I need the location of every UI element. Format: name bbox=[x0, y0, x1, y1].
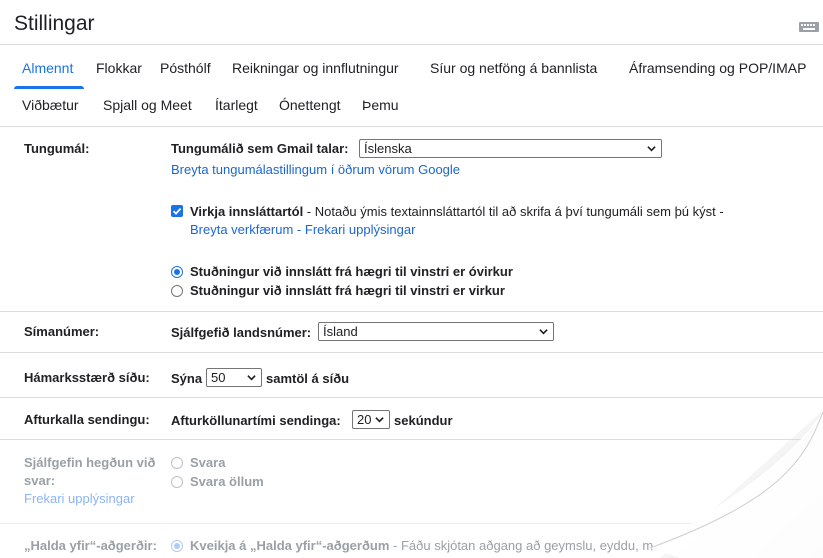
chevron-down-icon bbox=[539, 329, 548, 335]
gmail-language-value: Íslenska bbox=[364, 141, 412, 156]
page-size-value: 50 bbox=[211, 370, 226, 385]
active-tab-indicator bbox=[14, 86, 84, 89]
hover-actions-desc: - Fáðu skjótan aðgang að geymslu, eyddu,… bbox=[389, 538, 654, 553]
tab-almennt[interactable]: Almennt bbox=[22, 60, 73, 76]
tab-reikningar[interactable]: Reikningar og innflutningur bbox=[232, 60, 399, 76]
link-separator: - bbox=[293, 222, 305, 237]
page-size-show-label: Sýna bbox=[171, 371, 203, 386]
title-bar: Stillingar bbox=[0, 0, 823, 44]
title-divider bbox=[0, 44, 823, 45]
tab-itarlegt[interactable]: Ítarlegt bbox=[215, 97, 258, 113]
chevron-down-icon bbox=[647, 146, 656, 152]
input-tools-links: Breyta verkfærum - Frekari upplýsingar bbox=[190, 222, 415, 237]
gmail-language-label: Tungumálið sem Gmail talar: bbox=[171, 141, 349, 156]
keyboard-icon[interactable] bbox=[799, 22, 819, 32]
gmail-language-select[interactable]: Íslenska bbox=[359, 139, 662, 158]
default-country-value: Ísland bbox=[323, 324, 358, 339]
chevron-down-icon bbox=[375, 417, 384, 423]
rtl-off-label: Stuðningur við innslátt frá hægri til vi… bbox=[190, 264, 513, 279]
undo-send-value: 20 bbox=[357, 412, 372, 427]
page-size-divider bbox=[0, 397, 823, 398]
page-title: Stillingar bbox=[14, 12, 95, 35]
input-tools-label: Virkja innsláttartól bbox=[190, 204, 304, 219]
check-icon bbox=[172, 207, 182, 215]
input-tools-description: - Notaðu ýmis textainnsláttartól til að … bbox=[303, 204, 724, 219]
reply-behavior-more-info-link[interactable]: Frekari upplýsingar bbox=[24, 491, 135, 506]
undo-send-period-label: Afturköllunartími sendinga: bbox=[171, 413, 341, 428]
rtl-off-radio[interactable] bbox=[171, 266, 183, 278]
hover-actions-label: „Halda yfir“-aðgerðir: bbox=[24, 538, 157, 553]
default-country-label: Sjálfgefið landsnúmer: bbox=[171, 325, 312, 340]
settings-tabs-row-2: Viðbætur Spjall og Meet Ítarlegt Ónetten… bbox=[0, 93, 823, 123]
tab-themu[interactable]: Þemu bbox=[362, 97, 399, 113]
tab-spjall[interactable]: Spjall og Meet bbox=[103, 97, 192, 113]
reply-behavior-label-1: Sjálfgefin hegðun við bbox=[24, 455, 156, 470]
hover-actions-line: Kveikja á „Halda yfir“-aðgerðum - Fáðu s… bbox=[190, 538, 653, 553]
hover-actions-radio[interactable] bbox=[171, 540, 183, 552]
undo-send-suffix: sekúndur bbox=[394, 413, 453, 428]
settings-tabs-row-1: Almennt Flokkar Pósthólf Reikningar og i… bbox=[0, 56, 823, 89]
phone-section-label: Símanúmer: bbox=[24, 324, 100, 339]
tabs-divider bbox=[0, 126, 823, 127]
default-country-select[interactable]: Ísland bbox=[318, 322, 554, 341]
language-section-label: Tungumál: bbox=[24, 141, 90, 156]
language-divider bbox=[0, 311, 823, 312]
input-tools-line: Virkja innsláttartól - Notaðu ýmis texta… bbox=[190, 204, 724, 219]
tab-onettengt[interactable]: Ónettengt bbox=[279, 97, 341, 113]
reply-divider bbox=[0, 523, 823, 524]
tab-aframsending[interactable]: Áframsending og POP/IMAP bbox=[629, 60, 806, 76]
input-tools-more-info-link[interactable]: Frekari upplýsingar bbox=[305, 222, 416, 237]
edit-tools-link[interactable]: Breyta verkfærum bbox=[190, 222, 293, 237]
reply-option-label: Svara bbox=[190, 455, 226, 470]
rtl-on-label: Stuðningur við innslátt frá hægri til vi… bbox=[190, 283, 505, 298]
phone-divider bbox=[0, 352, 823, 353]
chevron-down-icon bbox=[247, 375, 256, 381]
undo-send-select[interactable]: 20 bbox=[352, 410, 390, 429]
tab-flokkar[interactable]: Flokkar bbox=[96, 60, 142, 76]
reply-radio[interactable] bbox=[171, 457, 183, 469]
change-other-language-link[interactable]: Breyta tungumálastillingum í öðrum vörum… bbox=[171, 162, 460, 177]
reply-all-radio[interactable] bbox=[171, 476, 183, 488]
undo-send-section-label: Afturkalla sendingu: bbox=[24, 412, 150, 427]
page-size-section-label: Hámarksstærð síðu: bbox=[24, 370, 150, 385]
tab-vidbaetur[interactable]: Viðbætur bbox=[22, 97, 79, 113]
reply-behavior-label-2: svar: bbox=[24, 473, 56, 488]
input-tools-checkbox[interactable] bbox=[171, 205, 183, 217]
page-curl-overlay bbox=[649, 410, 823, 558]
settings-page: Stillingar Almennt Flokkar Pósthólf Reik… bbox=[0, 0, 823, 558]
page-size-select[interactable]: 50 bbox=[206, 368, 262, 387]
rtl-on-radio[interactable] bbox=[171, 285, 183, 297]
reply-all-option-label: Svara öllum bbox=[190, 474, 264, 489]
undo-send-divider bbox=[0, 439, 823, 440]
page-size-suffix: samtöl á síðu bbox=[266, 371, 350, 386]
hover-actions-option: Kveikja á „Halda yfir“-aðgerðum bbox=[190, 538, 390, 553]
tab-postholf[interactable]: Pósthólf bbox=[160, 60, 211, 76]
tab-siur[interactable]: Síur og netföng á bannlista bbox=[430, 60, 597, 76]
